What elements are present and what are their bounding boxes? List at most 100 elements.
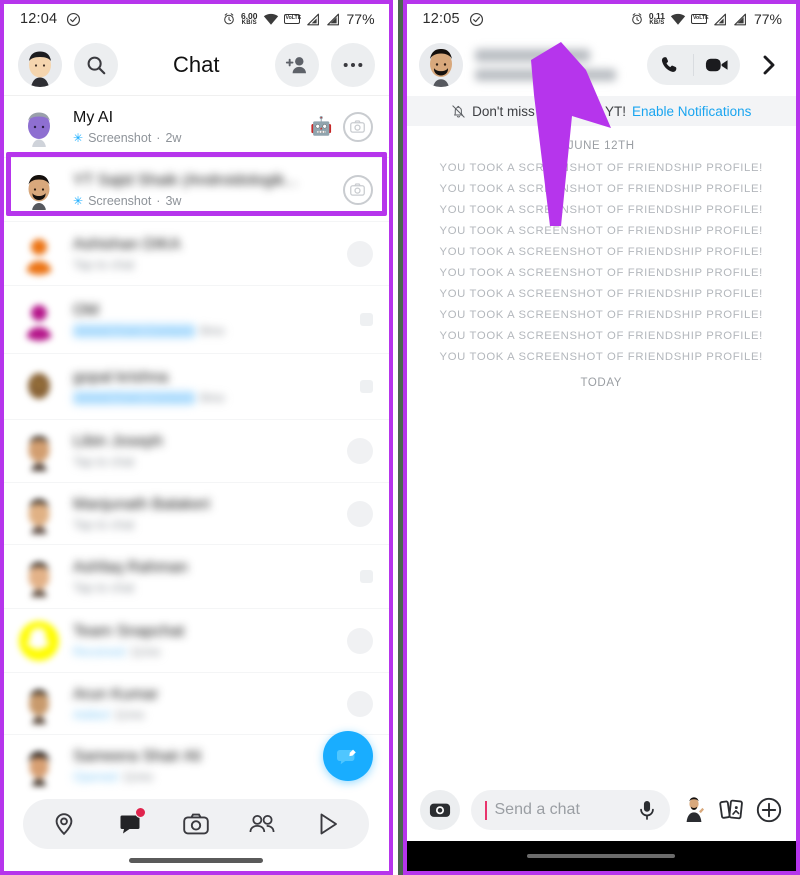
chat-item-name: YT Sajid Shaik (Androidologik...: [73, 171, 298, 189]
nav-spotlight-button[interactable]: [308, 806, 348, 842]
contact-bitmoji-avatar: [28, 561, 50, 597]
conversation-display-name: [474, 49, 591, 62]
chat-action-button[interactable]: [359, 313, 373, 326]
new-chat-icon: [336, 749, 356, 765]
check-circle-icon: [67, 12, 81, 26]
enable-notifications-banner[interactable]: Don't miss chats from YT! Enable Notific…: [406, 96, 796, 126]
chat-list-item[interactable]: My AI ✳ Screenshot · 2w 🤖: [4, 96, 389, 158]
friend-bitmoji-avatar: [418, 43, 463, 87]
profile-avatar-button[interactable]: [18, 42, 62, 87]
chat-item-time: 3w: [165, 193, 182, 208]
more-options-button[interactable]: [330, 42, 375, 87]
enable-notifications-link[interactable]: Enable Notifications: [632, 104, 751, 119]
chat-list-item[interactable]: Libin Joseph Tap to chat: [4, 420, 389, 483]
chat-list-item[interactable]: Team Snapchat Received 11mo: [4, 609, 389, 673]
screenshot-notice: YOU TOOK A SCREENSHOT OF FRIENDSHIP PROF…: [439, 330, 763, 342]
chat-item-status-text: Tap to chat: [73, 257, 135, 272]
microphone-icon[interactable]: [638, 799, 656, 821]
chat-action-button[interactable]: [346, 690, 373, 717]
chat-list-item[interactable]: Ashishan DIKA Tap to chat: [4, 222, 389, 286]
contact-avatar: [28, 372, 50, 399]
robot-icon: 🤖: [310, 116, 333, 136]
video-call-button[interactable]: [694, 45, 740, 85]
network-speed-indicator: 0.11 KB/S: [649, 12, 665, 27]
avatar: [18, 169, 60, 211]
notification-off-icon: [452, 104, 465, 118]
add-attachment-button[interactable]: [755, 797, 783, 823]
screenshot-notice: YOU TOOK A SCREENSHOT OF FRIENDSHIP PROF…: [439, 309, 763, 321]
chat-action-button[interactable]: [359, 380, 373, 393]
chat-action-button[interactable]: [359, 570, 373, 583]
chat-input-field[interactable]: Send a chat: [470, 790, 670, 830]
signal-bars-icon: [714, 13, 726, 25]
system-navigation-bar: [406, 841, 796, 871]
chat-action-button[interactable]: [346, 240, 373, 267]
search-button[interactable]: [74, 42, 118, 87]
add-friend-button[interactable]: [274, 42, 319, 87]
voice-call-button[interactable]: [647, 45, 693, 85]
signal-bars-icon: [734, 13, 746, 25]
chat-item-status: Joined From Contacts 8mo: [73, 390, 347, 405]
chat-item-name: gopal krishna: [73, 368, 169, 386]
date-separator: TODAY: [580, 377, 623, 389]
chat-list-item[interactable]: Manjunath Balakeri Tap to chat: [4, 483, 389, 545]
chat-action-button[interactable]: [346, 500, 373, 527]
chat-list-item[interactable]: OM Joined From Contacts 8mo: [4, 286, 389, 354]
chat-list-item-selected[interactable]: YT Sajid Shaik (Androidologik... ✳ Scree…: [4, 158, 389, 222]
check-circle-icon: [469, 12, 483, 26]
chat-item-name: Team Snapchat: [73, 622, 185, 640]
chat-item-status: Received 11mo: [73, 645, 334, 659]
screenshot-icon: ✳: [73, 193, 84, 208]
camera-button[interactable]: [342, 174, 373, 205]
contact-bitmoji-avatar: [28, 436, 50, 471]
chat-list-item[interactable]: Arun Kumar Added 11mo: [4, 673, 389, 735]
network-speed-unit: KB/S: [241, 20, 257, 27]
chat-list-item[interactable]: gopal krishna Joined From Contacts 8mo: [4, 354, 389, 420]
signal-bars-icon: [326, 13, 339, 25]
chat-item-status-text: Opened: [73, 769, 118, 784]
chat-action-button[interactable]: [346, 438, 373, 464]
conversation-messages[interactable]: JUNE 12TH YOU TOOK A SCREENSHOT OF FRIEN…: [406, 126, 796, 809]
home-indicator: [129, 858, 264, 863]
contact-bitmoji-avatar: [28, 751, 50, 786]
composer-camera-button[interactable]: [419, 790, 460, 830]
nav-map-button[interactable]: [44, 806, 84, 842]
nav-camera-button[interactable]: [176, 806, 216, 842]
friend-avatar-button[interactable]: [418, 43, 463, 87]
camera-icon: [350, 120, 365, 133]
chat-item-status-text: Tap to chat: [73, 455, 135, 469]
alarm-clock-icon: [632, 13, 642, 25]
chat-list-item[interactable]: Ashfaq Rahman Tap to chat: [4, 545, 389, 609]
chat-item-name: Libin Joseph: [73, 433, 163, 450]
bitmoji-sticker-button[interactable]: [681, 797, 707, 823]
chat-composer: Send a chat: [406, 779, 796, 871]
avatar: [18, 106, 60, 148]
unread-badge: [135, 807, 147, 818]
add-friend-icon: [285, 56, 306, 73]
search-icon: [87, 56, 106, 74]
chat-list[interactable]: My AI ✳ Screenshot · 2w 🤖 YT Sajid Shaik…: [4, 96, 389, 799]
screenshot-notice: YOU TOOK A SCREENSHOT OF FRIENDSHIP PROF…: [439, 351, 763, 363]
more-options-icon: [343, 62, 362, 67]
new-chat-fab[interactable]: [322, 731, 373, 781]
stickers-button[interactable]: [718, 798, 744, 822]
date-separator: JUNE 12TH: [567, 140, 635, 152]
camera-button[interactable]: [342, 111, 373, 142]
chat-item-time: 11mo: [122, 769, 153, 784]
avatar: [18, 233, 60, 275]
contact-bitmoji-avatar: [29, 689, 49, 724]
camera-icon: [429, 803, 450, 817]
avatar: [18, 366, 60, 408]
chat-item-status-text: Received: [73, 644, 126, 659]
chat-action-button[interactable]: [346, 627, 373, 654]
nav-chat-button[interactable]: [110, 806, 150, 842]
chat-item-name: Arun Kumar: [73, 685, 159, 703]
network-speed-indicator: 6.00 KB/S: [241, 12, 258, 27]
network-speed-value: 0.11: [648, 10, 665, 21]
screenshot-notice: YOU TOOK A SCREENSHOT OF FRIENDSHIP PROF…: [439, 183, 763, 195]
open-profile-button[interactable]: [752, 53, 786, 77]
nav-friends-button[interactable]: [242, 806, 282, 842]
chat-item-name: My AI: [73, 108, 114, 126]
avatar: [18, 745, 60, 787]
contact-bitmoji-avatar: [28, 498, 50, 534]
